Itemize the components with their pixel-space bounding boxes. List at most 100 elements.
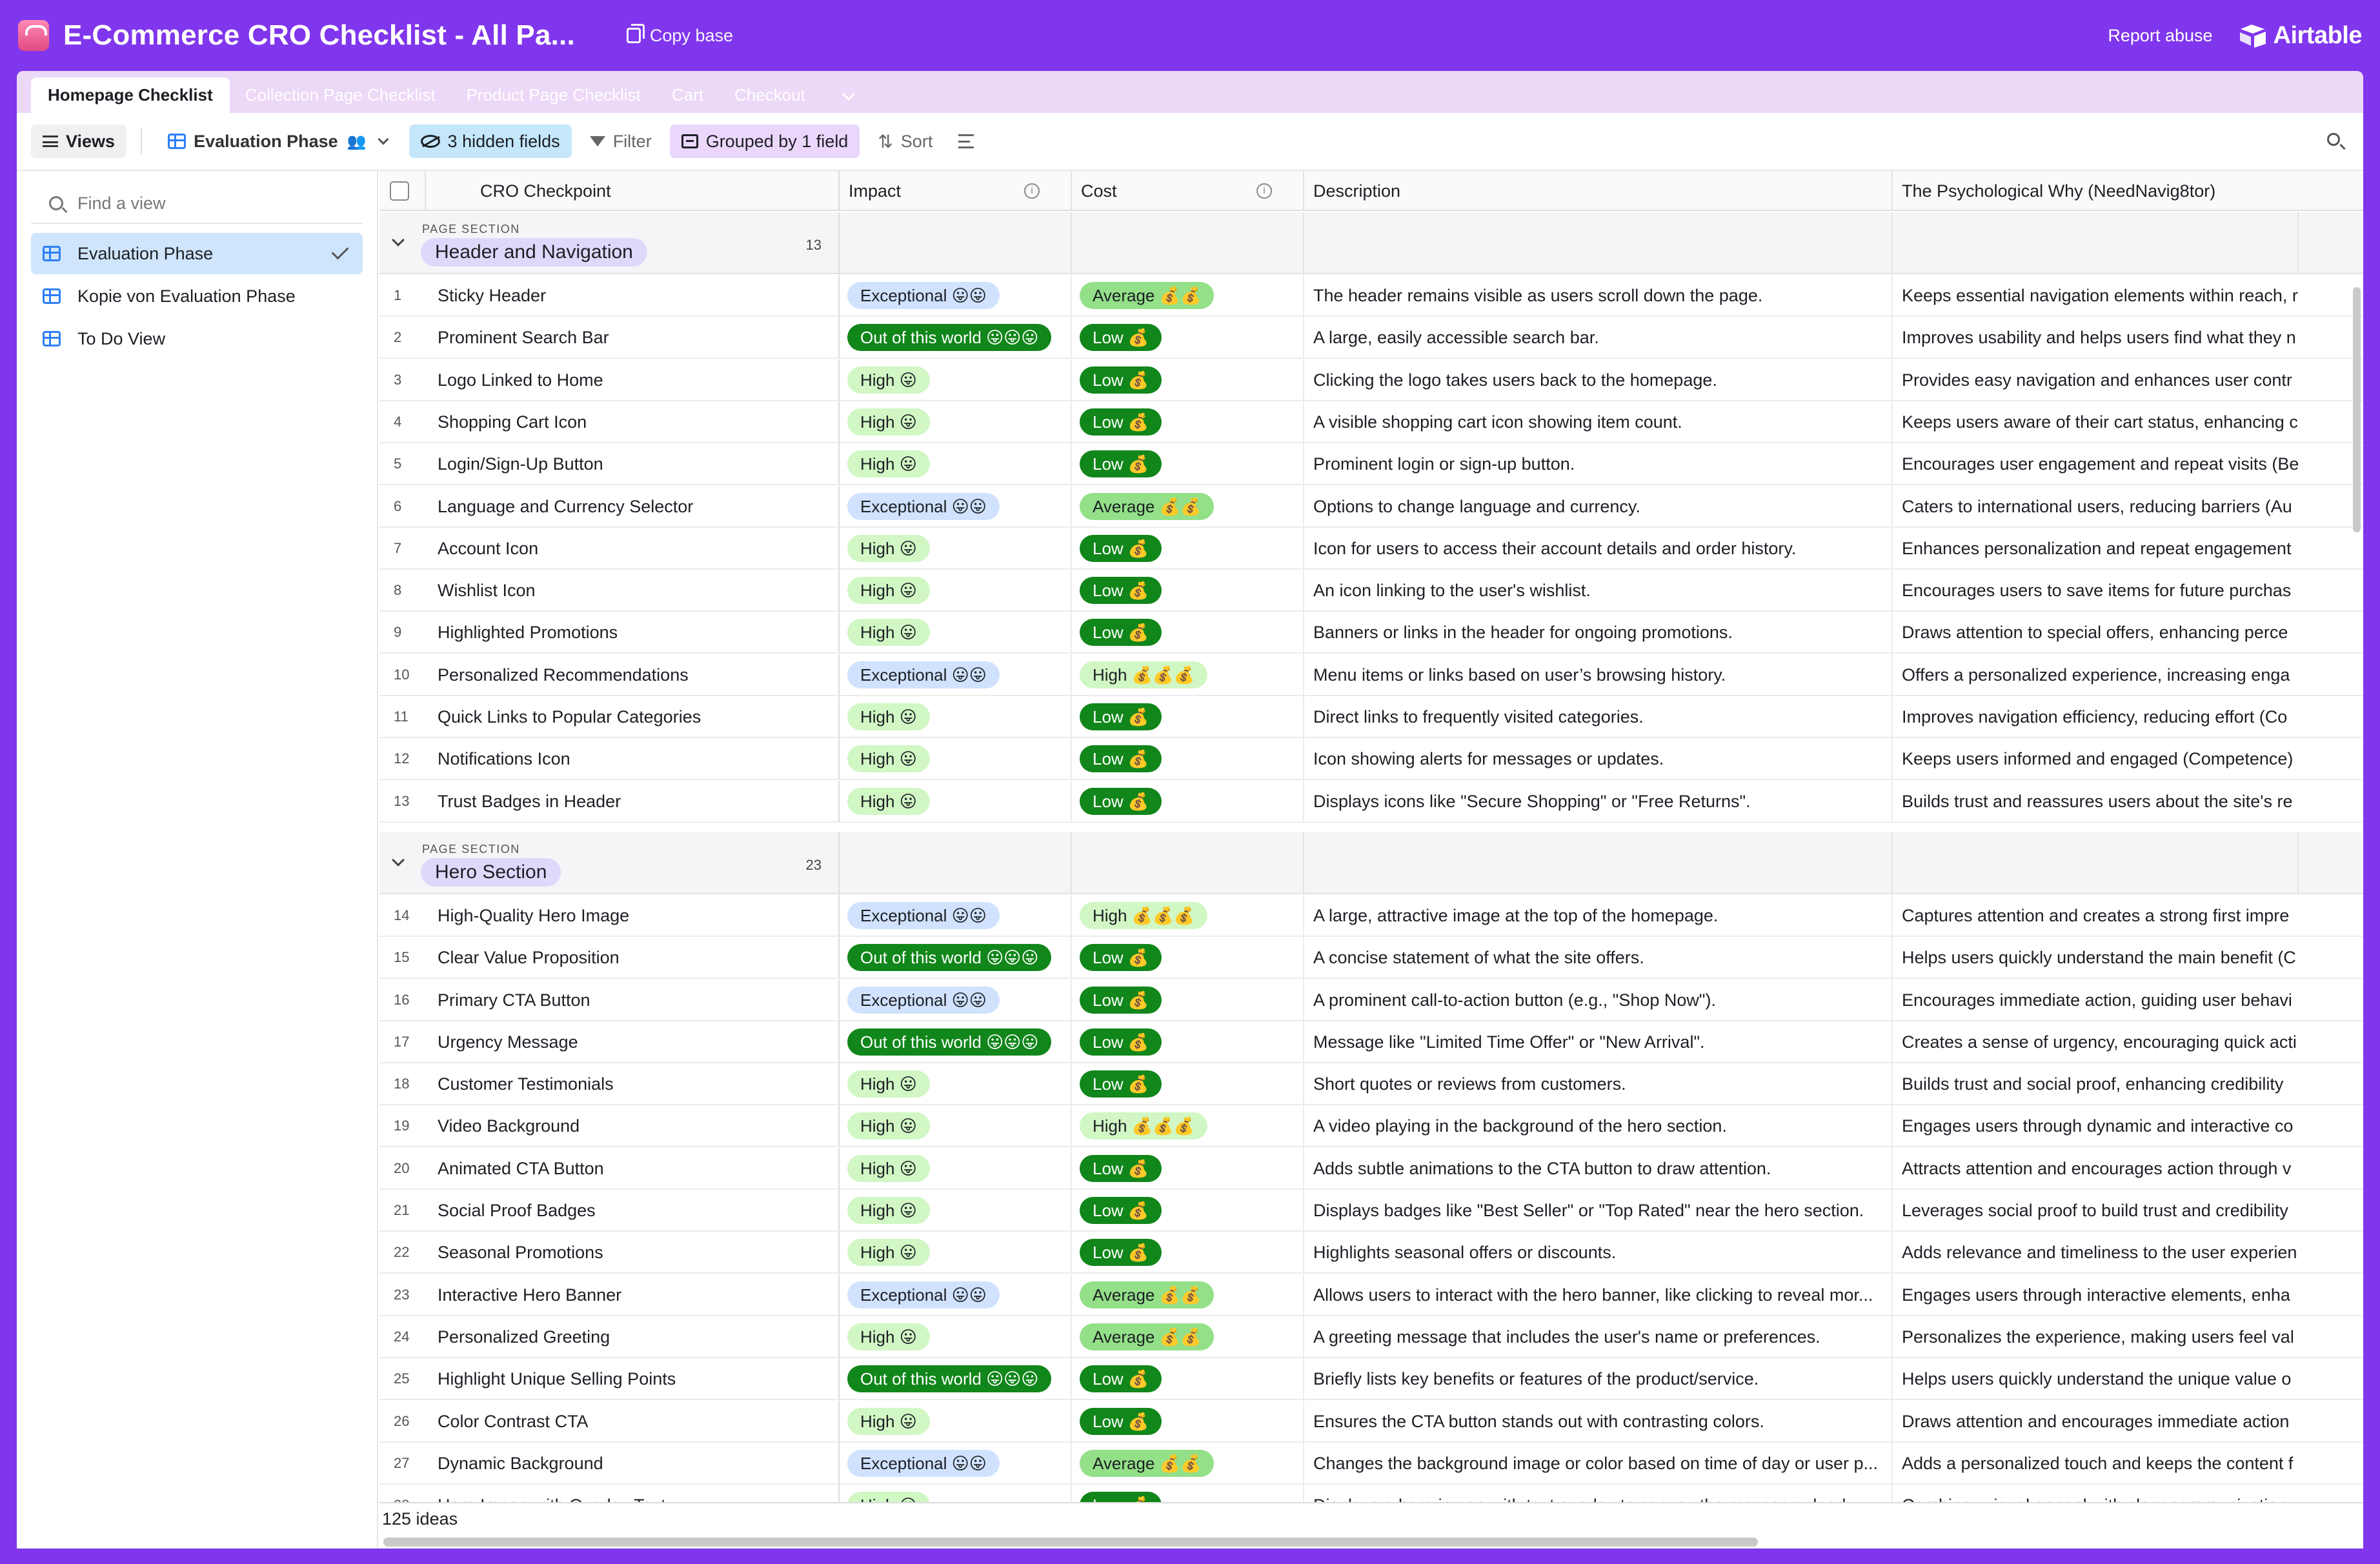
find-view-input[interactable]: Find a view (31, 184, 363, 224)
table-row[interactable]: 3 Logo Linked to Home High 😛 Low 💰 Clicking … (379, 359, 2363, 401)
cost-cell[interactable]: Low 💰 (1072, 401, 1304, 443)
psychological-why-cell[interactable]: Keeps users aware of their cart status, … (1893, 401, 2299, 443)
table-row[interactable]: 27 Dynamic Background Exceptional 😛😛 Averag… (379, 1442, 2363, 1485)
cost-cell[interactable]: Low 💰 (1072, 937, 1304, 979)
impact-cell[interactable]: Out of this world 😛😛😛 (840, 1358, 1072, 1400)
table-row[interactable]: 19 Video Background High 😛 High 💰💰💰 A video … (379, 1105, 2363, 1148)
psychological-why-cell[interactable]: Draws attention and encourages immediate… (1893, 1401, 2299, 1442)
psychological-why-cell[interactable]: Personalizes the experience, making user… (1893, 1316, 2299, 1358)
table-row[interactable]: 4 Shopping Cart Icon High 😛 Low 💰 A visible … (379, 401, 2363, 443)
table-row[interactable]: 13 Trust Badges in Header High 😛 Low 💰 Displ… (379, 780, 2363, 823)
cro-checkpoint-cell[interactable]: Color Contrast CTA (426, 1400, 840, 1442)
description-cell[interactable]: Banners or links in the header for ongoi… (1304, 612, 1893, 654)
description-cell[interactable]: Menu items or links based on user’s brow… (1304, 654, 1893, 696)
description-cell[interactable]: Displays badges like "Best Seller" or "T… (1304, 1190, 1893, 1231)
table-row[interactable]: 10 Personalized Recommendations Exceptiona… (379, 654, 2363, 696)
table-row[interactable]: 5 Login/Sign-Up Button High 😛 Low 💰 Prominen… (379, 443, 2363, 486)
psychological-why-cell[interactable]: Improves navigation efficiency, reducing… (1893, 696, 2299, 737)
cro-checkpoint-cell[interactable]: Customer Testimonials (426, 1063, 840, 1105)
cost-cell[interactable]: Low 💰 (1072, 612, 1304, 654)
description-cell[interactable]: Changes the background image or color ba… (1304, 1442, 1893, 1484)
description-cell[interactable]: Allows users to interact with the hero b… (1304, 1274, 1893, 1316)
psychological-why-cell[interactable]: Encourages user engagement and repeat vi… (1893, 443, 2299, 485)
vertical-scrollbar[interactable] (2353, 287, 2361, 532)
psychological-why-cell[interactable]: Keeps users informed and engaged (Compet… (1893, 738, 2299, 779)
row-height-button[interactable] (944, 125, 993, 158)
cro-checkpoint-cell[interactable]: Prominent Search Bar (426, 317, 840, 359)
impact-cell[interactable]: Exceptional 😛😛 (840, 894, 1072, 936)
views-toggle-button[interactable]: Views (31, 125, 127, 158)
cost-cell[interactable]: Low 💰 (1072, 443, 1304, 485)
cost-cell[interactable]: Low 💰 (1072, 527, 1304, 569)
description-cell[interactable]: Highlights seasonal offers or discounts. (1304, 1232, 1893, 1274)
cost-cell[interactable]: Low 💰 (1072, 738, 1304, 780)
description-cell[interactable]: Message like "Limited Time Offer" or "Ne… (1304, 1021, 1893, 1063)
group-button[interactable]: Grouped by 1 field (669, 125, 860, 158)
chevron-down-icon[interactable] (392, 853, 405, 867)
impact-cell[interactable]: High 😛 (840, 1232, 1072, 1274)
table-row[interactable]: 1 Sticky Header Exceptional 😛😛 Average 💰💰 Th… (379, 275, 2363, 317)
description-cell[interactable]: A prominent call-to-action button (e.g.,… (1304, 979, 1893, 1021)
hidden-fields-button[interactable]: 3 hidden fields (408, 125, 572, 158)
cro-checkpoint-cell[interactable]: Wishlist Icon (426, 570, 840, 612)
select-all-checkbox[interactable] (390, 181, 409, 201)
table-row[interactable]: 16 Primary CTA Button Exceptional 😛😛 Low 💰 A… (379, 979, 2363, 1021)
cro-checkpoint-cell[interactable]: High-Quality Hero Image (426, 894, 840, 936)
cro-checkpoint-cell[interactable]: Shopping Cart Icon (426, 401, 840, 443)
impact-cell[interactable]: Exceptional 😛😛 (840, 1442, 1072, 1484)
description-cell[interactable]: Icon for users to access their account d… (1304, 527, 1893, 569)
cost-cell[interactable]: Average 💰💰 (1072, 275, 1304, 316)
impact-cell[interactable]: High 😛 (840, 738, 1072, 780)
impact-cell[interactable]: High 😛 (840, 612, 1072, 654)
description-cell[interactable]: Clicking the logo takes users back to th… (1304, 359, 1893, 401)
psychological-why-cell[interactable]: Adds relevance and timeliness to the use… (1893, 1232, 2299, 1273)
airtable-logo[interactable]: Airtable (2239, 22, 2363, 50)
description-cell[interactable]: Prominent login or sign-up button. (1304, 443, 1893, 485)
psychological-why-cell[interactable]: Improves usability and helps users find … (1893, 317, 2299, 358)
impact-cell[interactable]: Out of this world 😛😛😛 (840, 317, 1072, 359)
psychological-why-cell[interactable]: Keeps essential navigation elements with… (1893, 275, 2299, 316)
description-cell[interactable]: A greeting message that includes the use… (1304, 1316, 1893, 1358)
table-row[interactable]: 9 Highlighted Promotions High 😛 Low 💰 Banner… (379, 612, 2363, 654)
table-row[interactable]: 6 Language and Currency Selector Exception… (379, 485, 2363, 528)
tab-checkout[interactable]: Checkout (719, 77, 821, 113)
copy-base-button[interactable]: Copy base (626, 24, 733, 46)
tab-product-page-checklist[interactable]: Product Page Checklist (451, 77, 656, 113)
description-cell[interactable]: The header remains visible as users scro… (1304, 275, 1893, 316)
description-cell[interactable]: A large, attractive image at the top of … (1304, 894, 1893, 936)
sort-button[interactable]: ⇅ Sort (866, 125, 944, 158)
cost-cell[interactable]: Low 💰 (1072, 359, 1304, 401)
view-switcher-button[interactable]: Evaluation Phase 👥 (156, 125, 402, 158)
base-title[interactable]: E-Commerce CRO Checklist - All Pa... (63, 19, 575, 52)
sidebar-view-item[interactable]: Kopie von Evaluation Phase (31, 276, 363, 317)
description-cell[interactable]: Adds subtle animations to the CTA button… (1304, 1147, 1893, 1189)
cro-checkpoint-cell[interactable]: Primary CTA Button (426, 979, 840, 1021)
psychological-why-cell[interactable]: Encourages users to save items for futur… (1893, 570, 2299, 611)
cro-checkpoint-cell[interactable]: Account Icon (426, 527, 840, 569)
description-cell[interactable]: Icon showing alerts for messages or upda… (1304, 738, 1893, 780)
info-icon[interactable]: i (1256, 183, 1272, 199)
impact-cell[interactable]: High 😛 (840, 1105, 1072, 1147)
tab-cart[interactable]: Cart (656, 77, 719, 113)
cro-checkpoint-cell[interactable]: Highlighted Promotions (426, 612, 840, 654)
impact-cell[interactable]: High 😛 (840, 570, 1072, 612)
cro-checkpoint-cell[interactable]: Logo Linked to Home (426, 359, 840, 401)
cro-checkpoint-cell[interactable]: Seasonal Promotions (426, 1232, 840, 1274)
impact-cell[interactable]: High 😛 (840, 401, 1072, 443)
cost-cell[interactable]: High 💰💰💰 (1072, 654, 1304, 696)
psychological-why-cell[interactable]: Helps users quickly understand the uniqu… (1893, 1358, 2299, 1399)
column-header-cro-checkpoint[interactable]: CRO Checkpoint (426, 171, 840, 211)
cro-checkpoint-cell[interactable]: Urgency Message (426, 1021, 840, 1063)
table-row[interactable]: 14 High-Quality Hero Image Exceptional 😛😛 H… (379, 894, 2363, 937)
impact-cell[interactable]: Exceptional 😛😛 (840, 485, 1072, 527)
cost-cell[interactable]: Low 💰 (1072, 696, 1304, 737)
psychological-why-cell[interactable]: Attracts attention and encourages action… (1893, 1148, 2299, 1189)
psychological-why-cell[interactable]: Helps users quickly understand the main … (1893, 937, 2299, 978)
psychological-why-cell[interactable]: Encourages immediate action, guiding use… (1893, 979, 2299, 1021)
column-header-psychological-why[interactable]: The Psychological Why (NeedNavig8tor) (1893, 171, 2363, 211)
impact-cell[interactable]: Exceptional 😛😛 (840, 979, 1072, 1021)
cost-cell[interactable]: Low 💰 (1072, 1147, 1304, 1189)
table-row[interactable]: 18 Customer Testimonials High 😛 Low 💰 Short … (379, 1063, 2363, 1106)
description-cell[interactable]: A concise statement of what the site off… (1304, 937, 1893, 979)
cro-checkpoint-cell[interactable]: Dynamic Background (426, 1442, 840, 1484)
